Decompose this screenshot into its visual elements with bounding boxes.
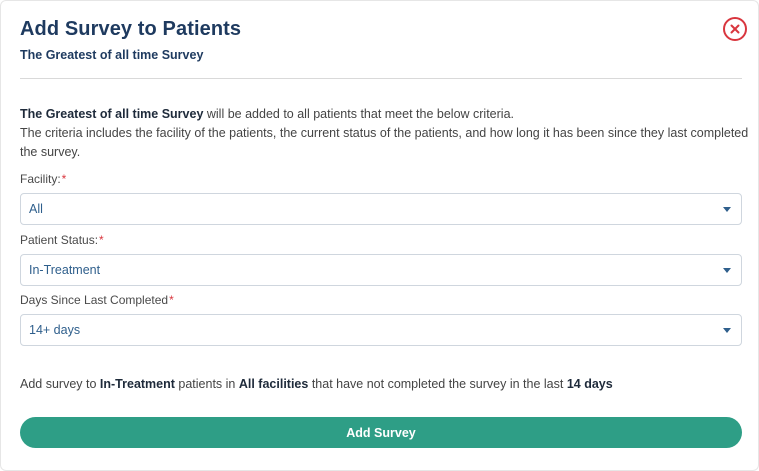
close-button[interactable]	[723, 17, 747, 41]
intro-line1: will be added to all patients that meet …	[203, 107, 514, 121]
patient-status-label: Patient Status:*	[20, 233, 104, 247]
dialog-subtitle: The Greatest of all time Survey	[20, 48, 204, 62]
days-since-select[interactable]: 14+ days	[20, 314, 742, 346]
days-since-label-text: Days Since Last Completed	[20, 293, 169, 307]
summary-facilities: All facilities	[238, 377, 309, 391]
days-since-select-value: 14+ days	[29, 323, 81, 337]
header-divider	[20, 78, 742, 79]
add-survey-dialog: Add Survey to Patients The Greatest of a…	[0, 0, 759, 471]
patient-status-label-text: Patient Status:	[20, 233, 99, 247]
facility-label-text: Facility:	[20, 172, 61, 186]
chevron-down-icon	[723, 207, 731, 212]
summary-prefix: Add survey to	[20, 377, 100, 391]
summary-days: 14 days	[566, 377, 613, 391]
required-marker: *	[99, 233, 104, 247]
dialog-title: Add Survey to Patients	[20, 18, 242, 40]
summary-mid1: patients in	[174, 377, 239, 391]
summary-text: Add survey to In-Treatment patients in A…	[20, 377, 613, 391]
facility-select-value: All	[29, 202, 43, 216]
chevron-down-icon	[723, 328, 731, 333]
summary-status: In-Treatment	[99, 377, 175, 391]
close-icon	[730, 24, 740, 34]
intro-line2: The criteria includes the facility of th…	[20, 126, 749, 159]
intro-survey-name: The Greatest of all time Survey	[20, 107, 204, 121]
facility-select[interactable]: All	[20, 193, 742, 225]
days-since-label: Days Since Last Completed*	[20, 293, 174, 307]
add-survey-button[interactable]: Add Survey	[20, 417, 742, 448]
intro-text: The Greatest of all time Survey will be …	[20, 105, 750, 162]
facility-label: Facility:*	[20, 172, 66, 186]
summary-mid2: that have not completed the survey in th…	[308, 377, 567, 391]
required-marker: *	[169, 293, 174, 307]
required-marker: *	[61, 172, 67, 186]
patient-status-select[interactable]: In-Treatment	[20, 254, 742, 286]
patient-status-select-value: In-Treatment	[29, 263, 101, 277]
chevron-down-icon	[723, 268, 731, 273]
